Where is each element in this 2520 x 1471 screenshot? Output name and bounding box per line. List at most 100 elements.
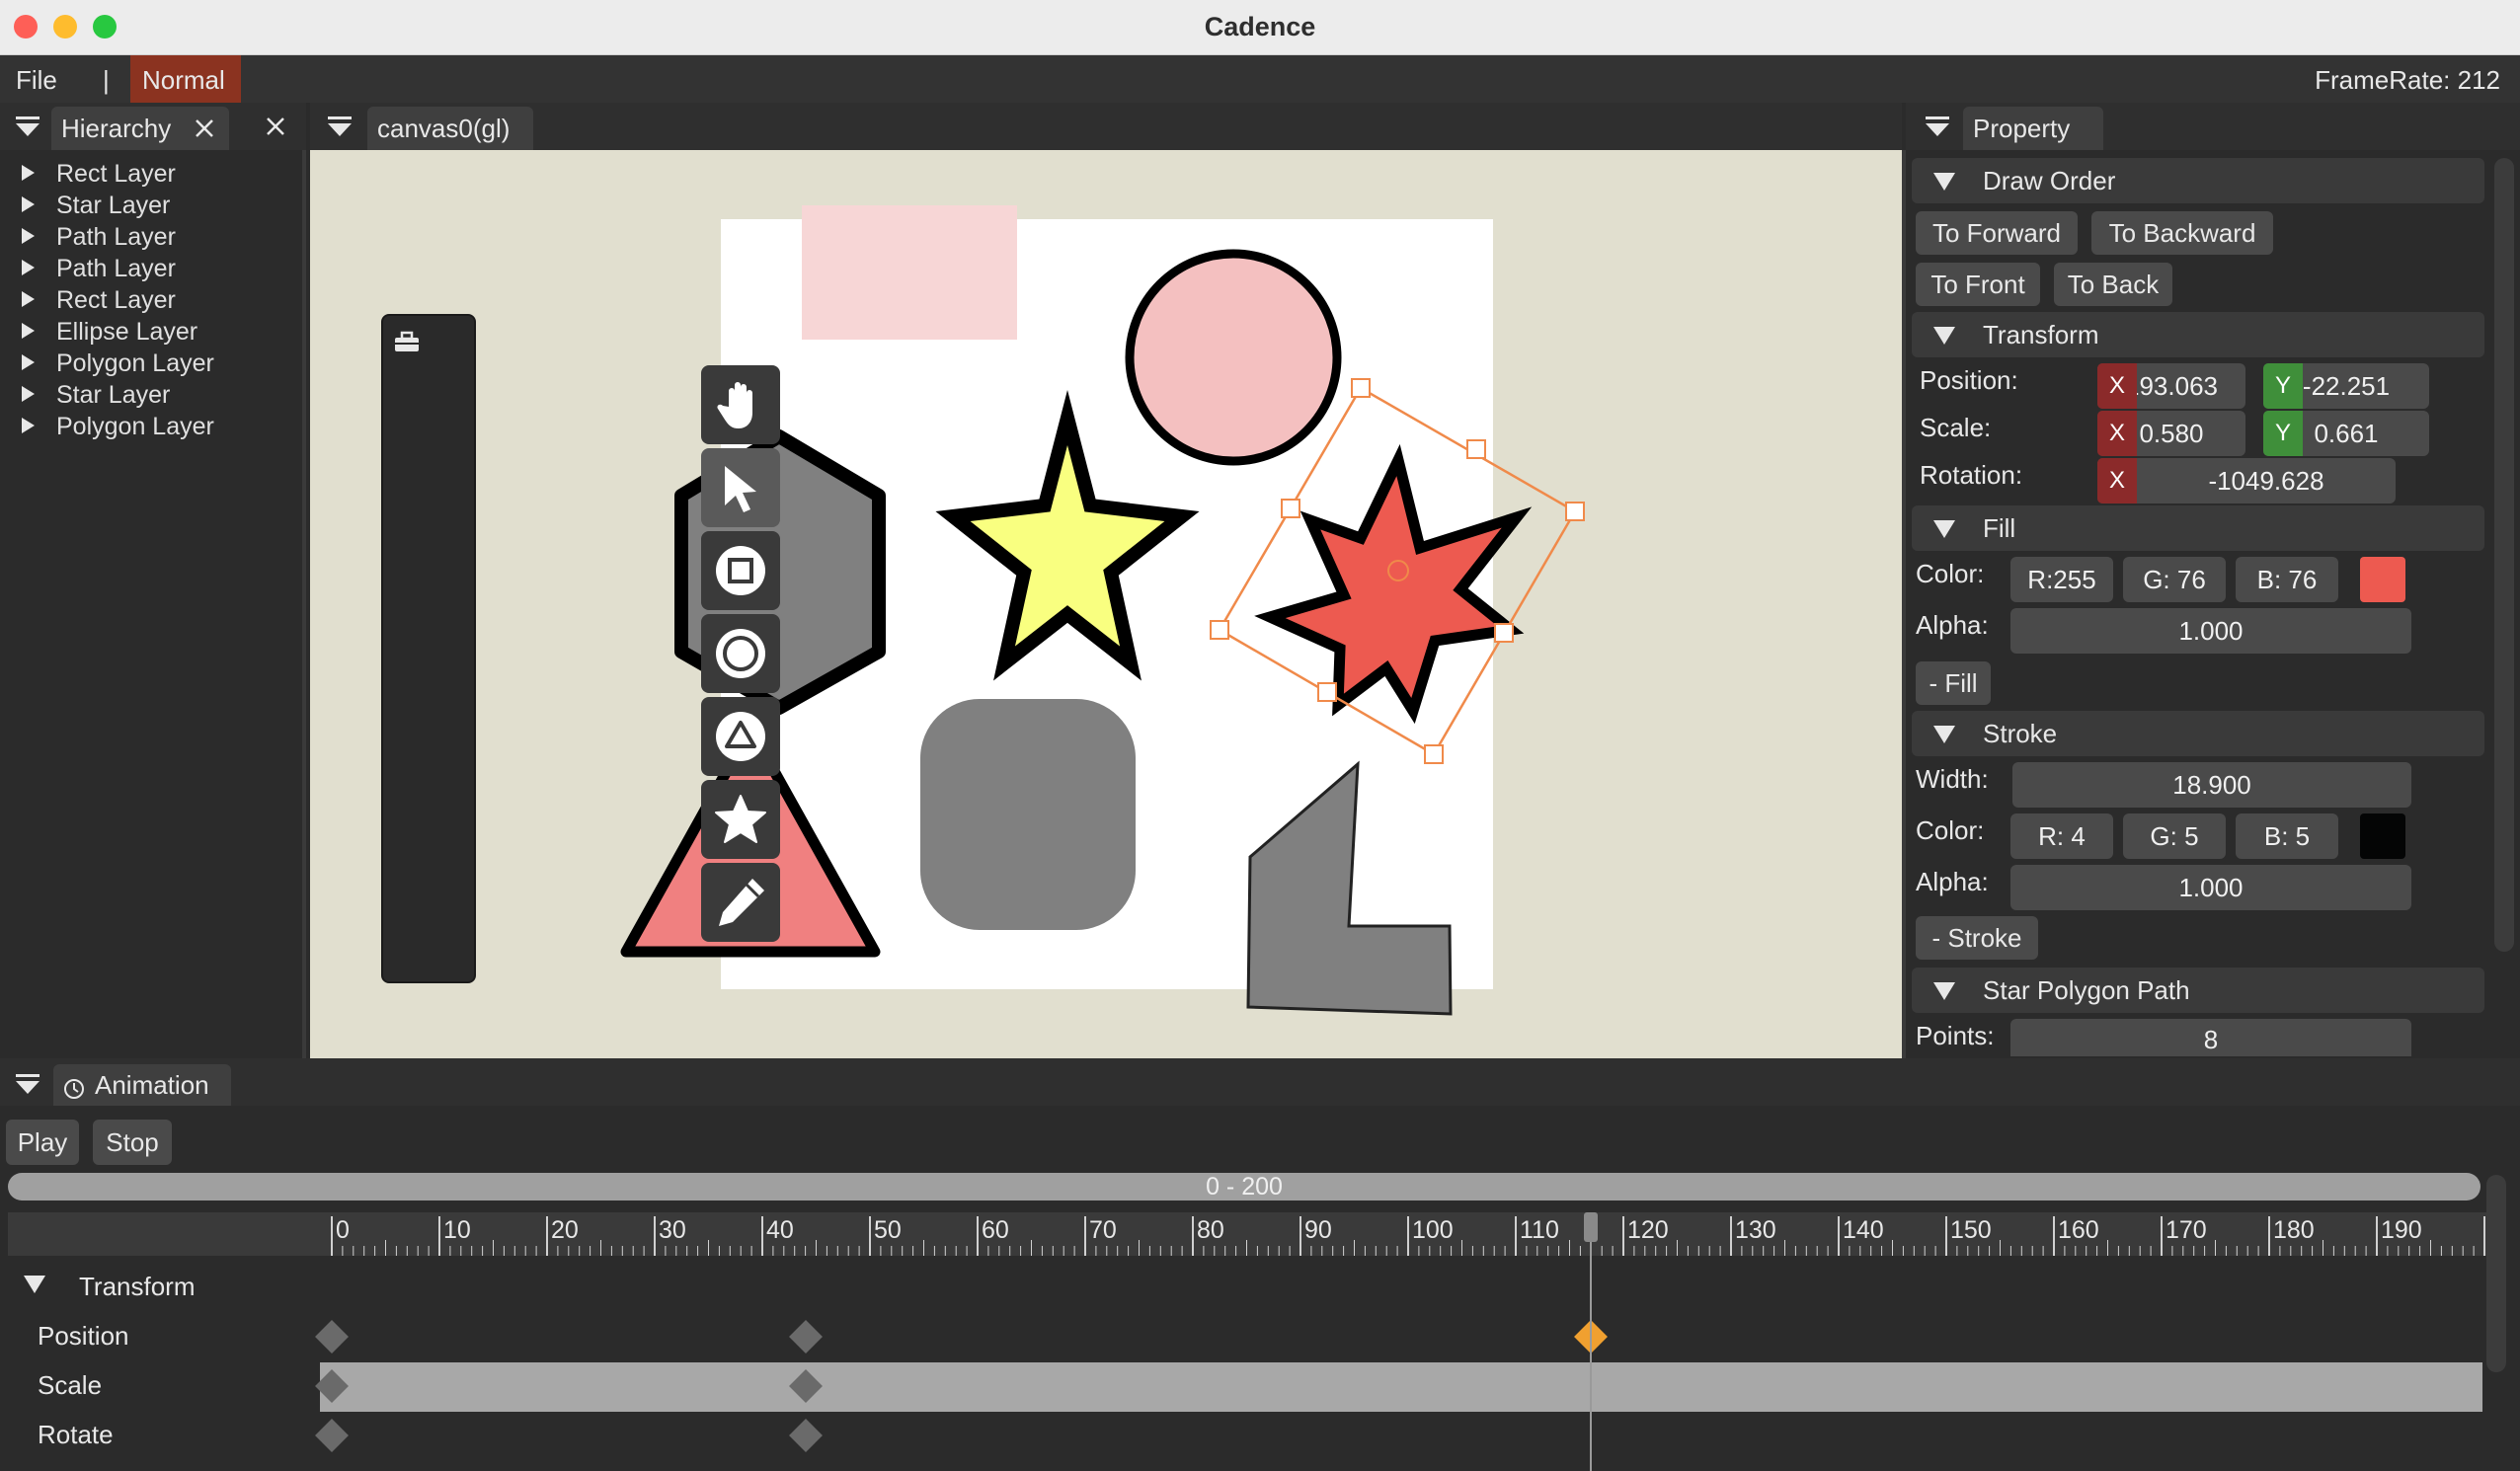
expand-arrow-icon[interactable] [22, 291, 35, 308]
ruler-tick-label: 60 [982, 1216, 1009, 1244]
stroke-alpha-field[interactable]: 1.000 [2010, 865, 2411, 910]
star-tool-button[interactable] [701, 780, 780, 859]
stop-button[interactable]: Stop [93, 1120, 172, 1165]
stroke-r-field[interactable]: R: 4 [2010, 813, 2113, 859]
tree-item-path-layer[interactable]: Path Layer [22, 255, 176, 283]
resize-handle[interactable] [1424, 744, 1444, 764]
rotation-field[interactable]: -1049.628 [2097, 458, 2396, 503]
range-slider[interactable]: 0 - 200 [8, 1173, 2481, 1200]
expand-arrow-icon[interactable] [22, 165, 35, 182]
tree-item-label: Rect Layer [56, 286, 176, 314]
mode-menu[interactable]: Normal [130, 55, 241, 103]
panel-menu-icon[interactable] [326, 115, 354, 138]
tree-item-star-layer[interactable]: Star Layer [22, 381, 170, 410]
scale-track-highlight[interactable] [320, 1362, 2482, 1412]
section-title: Star Polygon Path [1983, 975, 2190, 1005]
stroke-g-field[interactable]: G: 5 [2123, 813, 2226, 859]
file-menu[interactable]: File [16, 65, 57, 96]
select-tool-button[interactable] [701, 448, 780, 527]
shape-ellipse[interactable] [1125, 249, 1342, 466]
tree-item-rect-layer[interactable]: Rect Layer [22, 160, 176, 189]
close-tab-icon[interactable] [194, 117, 215, 139]
resize-handle[interactable] [1281, 499, 1300, 518]
stroke-width-field[interactable]: 18.900 [2012, 762, 2411, 808]
to-front-button[interactable]: To Front [1916, 263, 2040, 306]
expand-arrow-icon[interactable] [22, 260, 35, 276]
collapse-triangle-icon[interactable] [1933, 520, 1955, 538]
expand-arrow-icon[interactable] [22, 386, 35, 403]
resize-handle[interactable] [1210, 620, 1229, 640]
expand-arrow-icon[interactable] [22, 228, 35, 245]
fill-b-field[interactable]: B: 76 [2236, 557, 2338, 602]
playhead-line[interactable] [1590, 1212, 1593, 1471]
resize-handle[interactable] [1351, 378, 1371, 398]
tab-animation[interactable]: Animation [53, 1064, 231, 1106]
fill-alpha-field[interactable]: 1.000 [2010, 608, 2411, 654]
tree-item-path-layer[interactable]: Path Layer [22, 223, 176, 252]
expand-arrow-icon[interactable] [22, 196, 35, 213]
property-scrollbar[interactable] [2494, 158, 2514, 952]
resize-handle[interactable] [1466, 439, 1486, 459]
resize-handle[interactable] [1565, 502, 1585, 521]
fill-r-field[interactable]: R:255 [2010, 557, 2113, 602]
ruler-tick-label: 80 [1197, 1216, 1224, 1244]
ruler-tick-label: 10 [443, 1216, 471, 1244]
ellipse-tool-button[interactable] [701, 614, 780, 693]
tree-item-polygon-layer[interactable]: Polygon Layer [22, 413, 214, 441]
to-backward-button[interactable]: To Backward [2091, 211, 2273, 255]
resize-handle[interactable] [1317, 682, 1337, 702]
section-draw-order[interactable]: Draw Order [1912, 158, 2484, 203]
tree-item-star-layer[interactable]: Star Layer [22, 192, 170, 220]
panel-menu-icon[interactable] [1924, 115, 1951, 138]
collapse-triangle-icon[interactable] [1933, 327, 1955, 345]
timeline-ruler[interactable]: 0 10 20 30 40 50 60 70 80 90 100 110 120 130 140 150 160… [0, 1212, 2520, 1260]
stroke-color-swatch[interactable] [2360, 813, 2405, 859]
section-title: Transform [1983, 320, 2099, 349]
close-panel-icon[interactable] [265, 116, 286, 137]
panel-menu-icon[interactable] [14, 1072, 41, 1096]
expand-arrow-icon[interactable] [22, 354, 35, 371]
tree-item-polygon-layer[interactable]: Polygon Layer [22, 349, 214, 378]
section-star-polygon-path[interactable]: Star Polygon Path [1912, 968, 2484, 1013]
tab-property-label: Property [1973, 114, 2071, 143]
playhead-handle[interactable] [1584, 1212, 1599, 1242]
collapse-triangle-icon[interactable] [1933, 173, 1955, 191]
tab-hierarchy[interactable]: Hierarchy [51, 107, 229, 150]
scale-label: Scale: [1920, 413, 1992, 442]
section-fill[interactable]: Fill [1912, 505, 2484, 551]
collapse-triangle-icon[interactable] [1933, 982, 1955, 1000]
tab-property[interactable]: Property [1963, 107, 2103, 150]
shape-rect-pink[interactable] [802, 205, 1017, 340]
rectangle-tool-button[interactable] [701, 531, 780, 610]
points-field[interactable]: 8 [2010, 1019, 2411, 1056]
canvas-viewport[interactable] [310, 150, 1902, 1058]
collapse-triangle-icon[interactable] [24, 1276, 45, 1293]
fill-color-swatch[interactable] [2360, 557, 2405, 602]
pencil-tool-button[interactable] [701, 863, 780, 942]
hand-tool-button[interactable] [701, 365, 780, 444]
animation-scrollbar[interactable] [2486, 1175, 2506, 1372]
shape-rounded-rect[interactable] [920, 699, 1136, 930]
section-transform[interactable]: Transform [1912, 312, 2484, 357]
to-back-button[interactable]: To Back [2054, 263, 2172, 306]
tab-canvas[interactable]: canvas0(gl) [367, 107, 533, 150]
play-button[interactable]: Play [6, 1120, 79, 1165]
to-forward-button[interactable]: To Forward [1916, 211, 2078, 255]
section-stroke[interactable]: Stroke [1912, 711, 2484, 756]
expand-arrow-icon[interactable] [22, 418, 35, 434]
canvas-scene[interactable] [310, 150, 1902, 1058]
panel-menu-icon[interactable] [14, 115, 41, 138]
remove-stroke-button[interactable]: - Stroke [1916, 916, 2038, 960]
tree-item-label: Path Layer [56, 255, 176, 282]
tree-item-ellipse-layer[interactable]: Ellipse Layer [22, 318, 197, 347]
remove-fill-button[interactable]: - Fill [1916, 661, 1991, 705]
collapse-triangle-icon[interactable] [1933, 726, 1955, 743]
tree-item-rect-layer[interactable]: Rect Layer [22, 286, 176, 315]
fill-g-field[interactable]: G: 76 [2123, 557, 2226, 602]
triangle-tool-button[interactable] [701, 697, 780, 776]
resize-handle[interactable] [1494, 623, 1514, 643]
toolbox [381, 314, 476, 983]
ruler-tick-label: 50 [874, 1216, 902, 1244]
stroke-b-field[interactable]: B: 5 [2236, 813, 2338, 859]
expand-arrow-icon[interactable] [22, 323, 35, 340]
